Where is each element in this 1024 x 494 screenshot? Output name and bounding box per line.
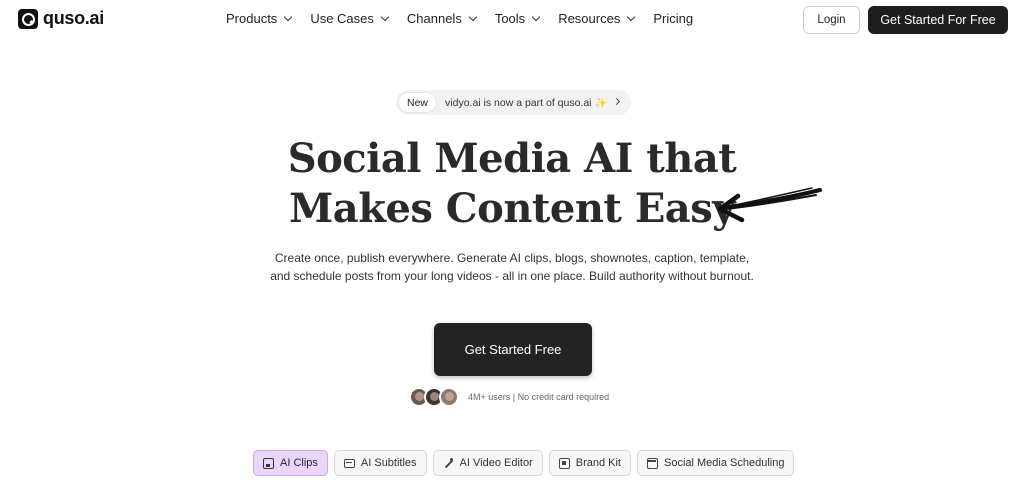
menu-item-products[interactable]: Products [226,11,293,26]
menu-item-resources[interactable]: Resources [558,11,636,26]
main-menu: Products Use Cases Channels Tools Resour… [226,11,693,26]
feature-tabs: AI Clips AI Subtitles AI Video Editor Br… [253,450,795,476]
tab-label: Brand Kit [575,457,621,469]
chevron-down-icon [627,12,636,22]
subtitles-icon [343,458,355,468]
quso-logo-icon [18,8,38,29]
hero-subtext: Create once, publish everywhere. Generat… [270,251,754,283]
logo-text: quso.ai [43,8,104,28]
social-proof: 4M+ users | No credit card required [409,387,609,407]
announcement-text: vidyo.ai is now a part of quso.ai ✨ [445,97,607,109]
clip-icon [263,457,274,469]
tab-label: AI Clips [280,457,318,469]
menu-item-use-cases[interactable]: Use Cases [310,11,390,26]
menu-item-label: Channels [406,11,462,26]
sparkle-icon: ✨ [594,97,607,109]
menu-item-pricing[interactable]: Pricing [653,11,693,26]
chevron-down-icon [380,12,390,22]
hand-drawn-arrow-icon [717,187,822,223]
tab-ai-video-editor[interactable]: AI Video Editor [432,450,543,476]
menu-item-channels[interactable]: Channels [406,11,478,26]
tab-social-media-scheduling[interactable]: Social Media Scheduling [636,450,795,476]
magic-wand-icon [443,457,454,469]
chevron-right-icon [612,97,621,106]
calendar-icon [646,457,658,469]
hero-headline: Social Media AI that Makes Content Easy [0,134,1024,234]
chevron-down-icon [531,12,541,22]
brand-kit-icon [558,457,570,469]
social-proof-text: 4M+ users | No credit card required [468,392,610,402]
chevron-down-icon [468,12,478,22]
menu-item-label: Use Cases [310,11,374,26]
hero-headline-line1: Social Media AI that [287,135,737,182]
tab-label: AI Video Editor [459,457,533,469]
get-started-for-free-button[interactable]: Get Started For Free [868,6,1008,34]
tab-brand-kit[interactable]: Brand Kit [548,450,631,476]
new-badge: New [399,93,437,112]
menu-item-label: Tools [494,11,526,26]
menu-item-label: Resources [558,11,621,26]
menu-item-label: Pricing [653,11,694,26]
avatar-group [409,387,459,407]
menu-item-tools[interactable]: Tools [494,11,541,26]
menu-item-label: Products [226,11,278,26]
announcement-label: vidyo.ai is now a part of quso.ai [445,96,592,109]
tab-label: Social Media Scheduling [663,457,785,469]
tab-ai-clips[interactable]: AI Clips [253,450,328,476]
hero-headline-line2: Makes Content Easy [289,185,735,232]
chevron-down-icon [284,12,293,22]
get-started-free-button[interactable]: Get Started Free [434,323,592,376]
top-navigation: quso.ai Products Use Cases Channels Tool… [0,0,1024,40]
announcement-pill[interactable]: New vidyo.ai is now a part of quso.ai ✨ [396,90,631,115]
login-button[interactable]: Login [803,6,860,34]
avatar [439,387,459,407]
logo[interactable]: quso.ai [18,8,104,29]
tab-ai-subtitles[interactable]: AI Subtitles [333,450,427,476]
tab-label: AI Subtitles [360,457,417,469]
